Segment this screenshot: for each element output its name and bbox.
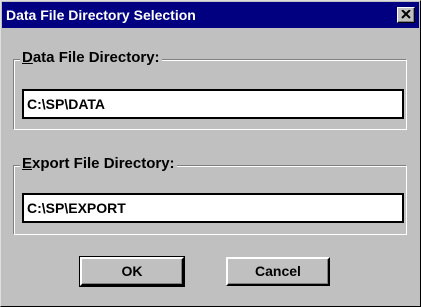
data-directory-label-mnemonic: D (22, 49, 33, 66)
data-directory-input[interactable]: C:\SP\DATA (22, 89, 404, 119)
export-directory-input[interactable]: C:\SP\EXPORT (22, 193, 404, 223)
export-directory-label-mnemonic: E (22, 155, 33, 172)
data-directory-label: Data File Directory: (20, 49, 162, 66)
export-directory-label: Export File Directory: (20, 155, 177, 172)
window-title: Data File Directory Selection (6, 7, 196, 23)
cancel-button[interactable]: Cancel (226, 257, 330, 286)
export-directory-group: Export File Directory: C:\SP\EXPORT (13, 155, 407, 235)
title-bar[interactable]: Data File Directory Selection (2, 2, 419, 28)
close-button[interactable] (397, 7, 415, 23)
data-directory-group: Data File Directory: C:\SP\DATA (13, 49, 407, 130)
close-icon (401, 10, 411, 19)
data-directory-label-text: ata File Directory: (32, 49, 160, 66)
dialog-window: Data File Directory Selection Data File … (0, 0, 421, 307)
ok-button[interactable]: OK (79, 256, 185, 287)
export-directory-label-text: xport File Directory: (32, 155, 175, 172)
